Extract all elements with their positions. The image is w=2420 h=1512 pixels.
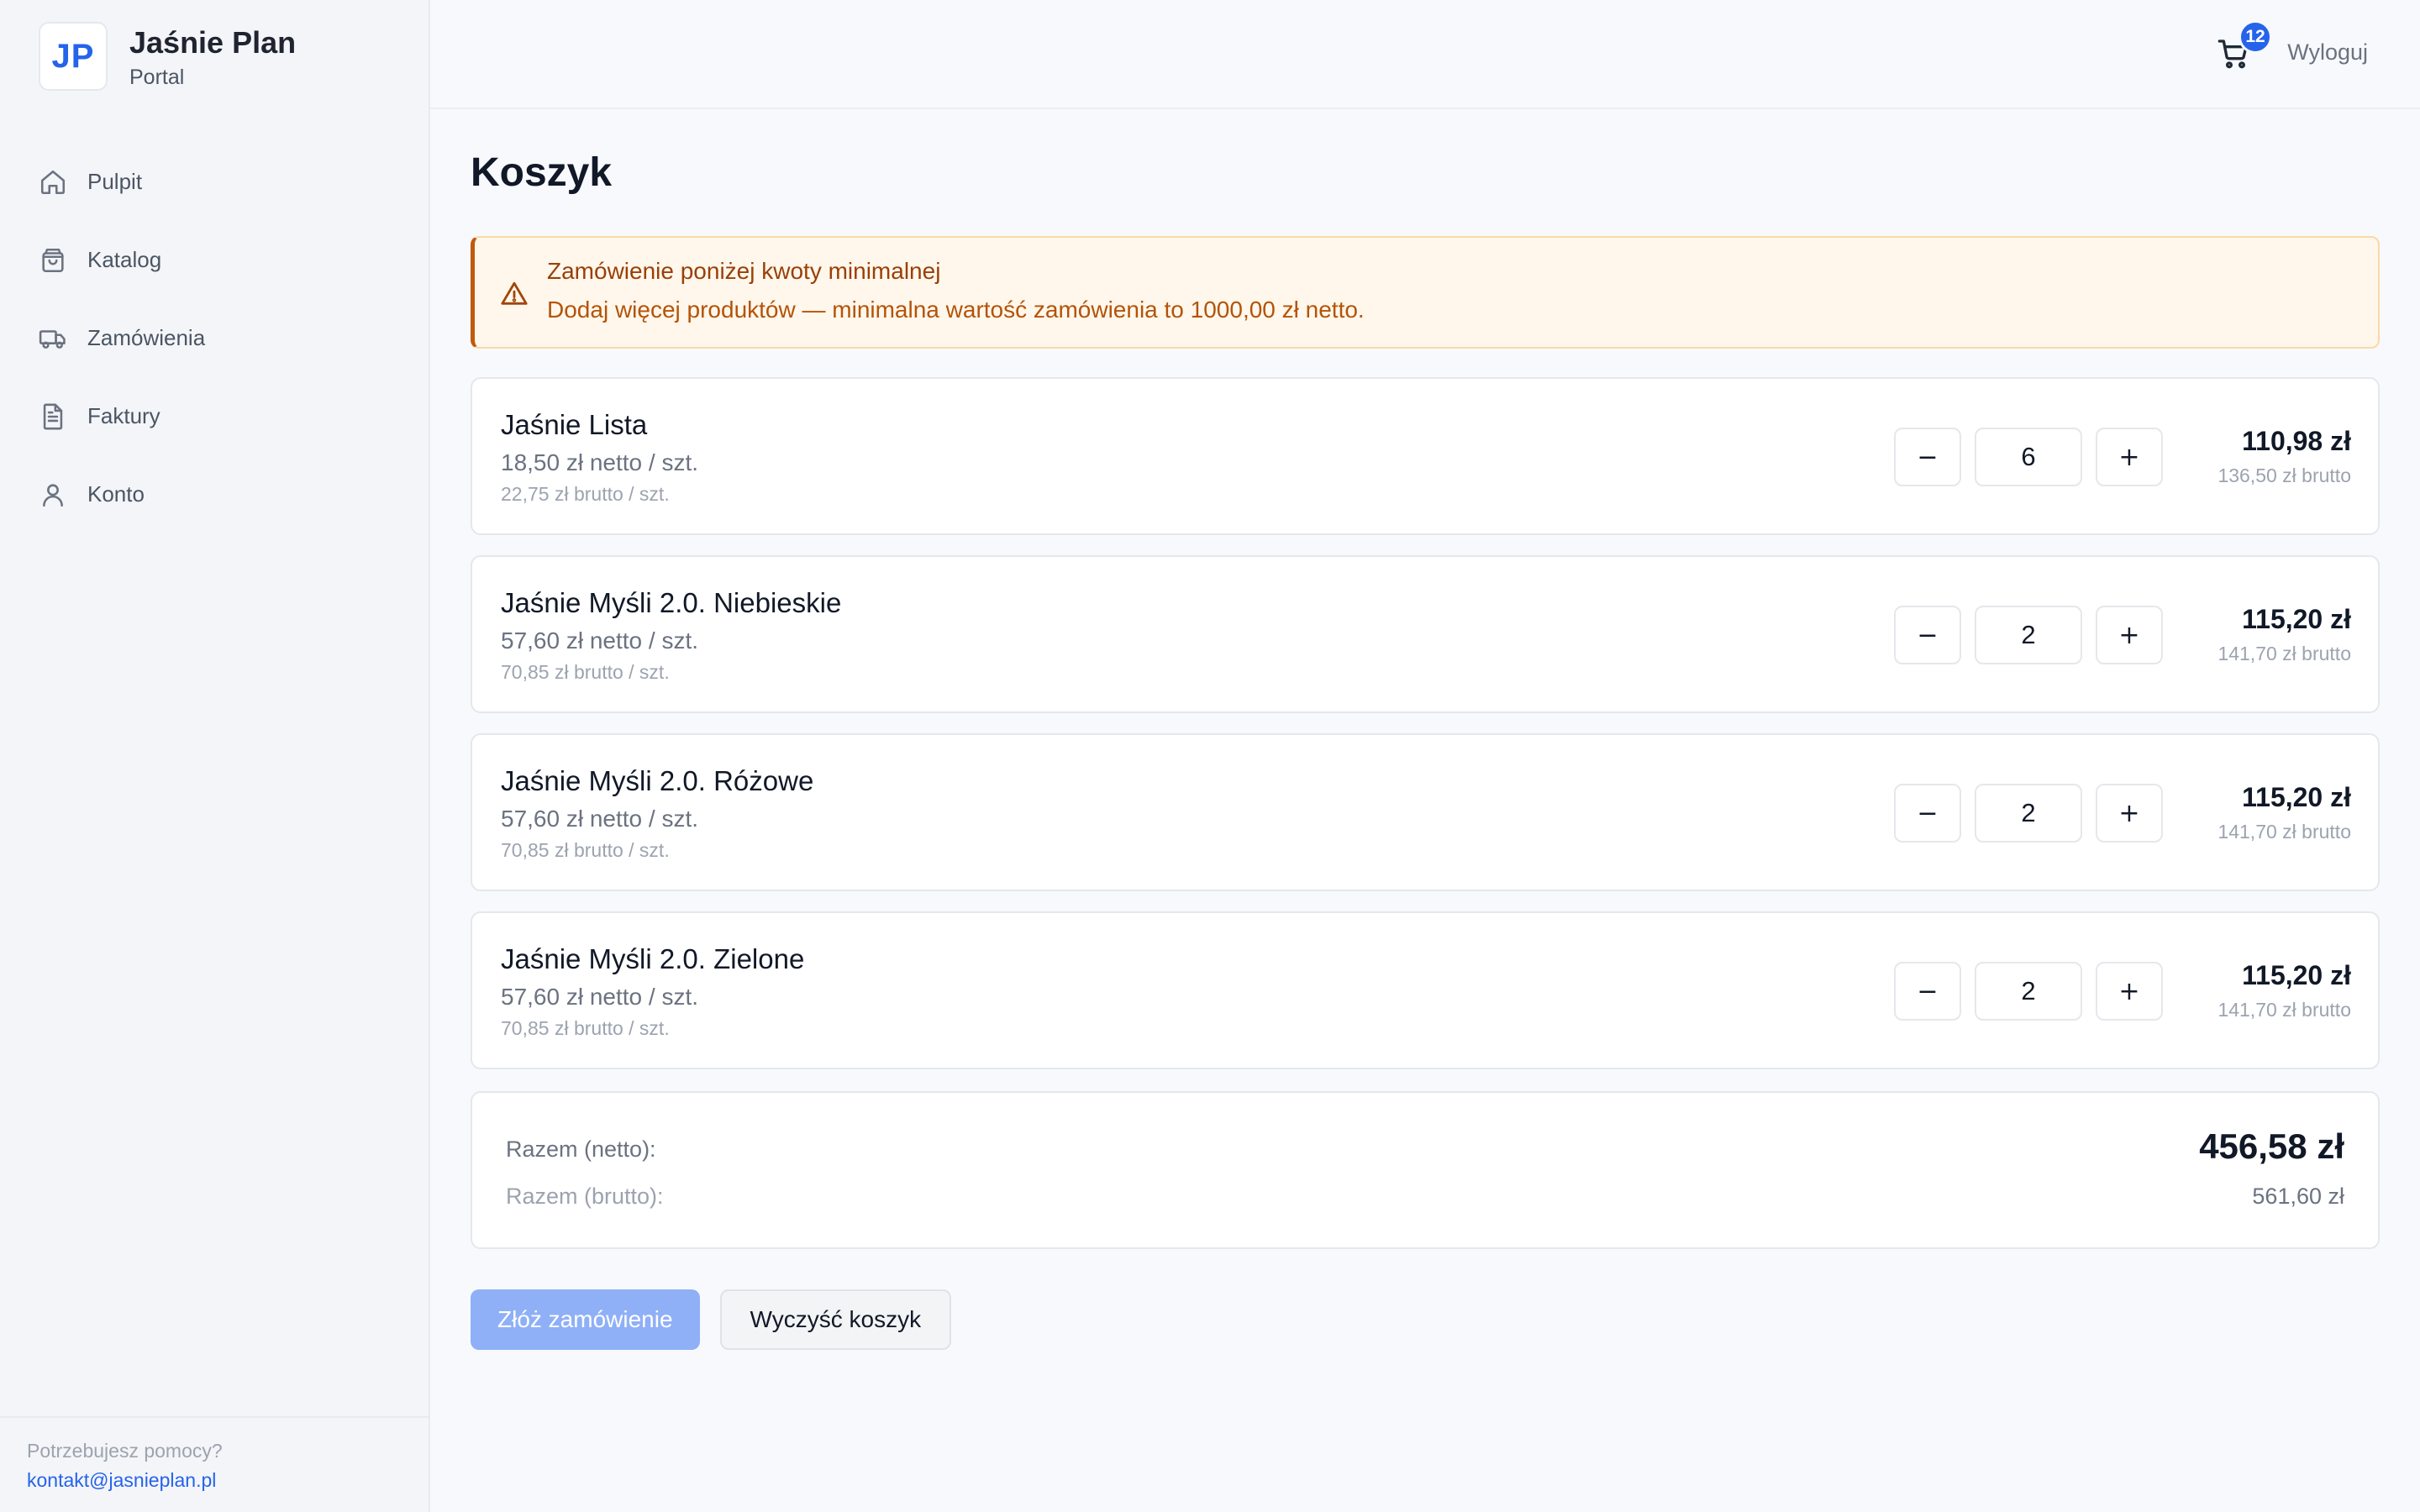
min-order-alert: Zamówienie poniżej kwoty minimalnej Doda… <box>471 236 2380 349</box>
item-total-net: 115,20 zł <box>2242 960 2351 990</box>
sidebar-item-label: Zamówienia <box>87 325 206 350</box>
cart-item: Jaśnie Myśli 2.0. Niebieskie 57,60 zł ne… <box>471 555 2380 713</box>
item-total-net: 110,98 zł <box>2242 426 2351 456</box>
cart-actions: Złóż zamówienie Wyczyść koszyk <box>471 1289 2380 1350</box>
summary-gross-label: Razem (brutto): <box>506 1184 664 1209</box>
cart-item: Jaśnie Lista 18,50 zł netto / szt. 22,75… <box>471 377 2380 535</box>
item-total-gross: 136,50 zł brutto <box>2217 465 2351 486</box>
sidebar-item-konto[interactable]: Konto <box>39 455 400 533</box>
summary-net-value: 456,58 zł <box>2199 1126 2344 1166</box>
sidebar-item-pulpit[interactable]: Pulpit <box>39 143 400 221</box>
brand-title: Jaśnie Plan <box>129 24 297 60</box>
item-unit-net-price: 57,60 zł netto / szt. <box>501 627 699 654</box>
cart-count-badge: 12 <box>2238 20 2272 54</box>
item-total-gross: 141,70 zł brutto <box>2217 821 2351 843</box>
sidebar-item-label: Pulpit <box>87 169 143 194</box>
item-total-gross: 141,70 zł brutto <box>2217 999 2351 1021</box>
brand-logo: JP <box>39 22 108 91</box>
sidebar-item-zamowienia[interactable]: Zamówienia <box>39 299 400 377</box>
item-unit-gross-price: 70,85 zł brutto / szt. <box>501 1017 670 1039</box>
main-content: Koszyk Zamówienie poniżej kwoty minimaln… <box>471 109 2380 1350</box>
brand: JP Jaśnie Plan Portal <box>39 22 296 91</box>
item-name: Jaśnie Lista <box>501 409 648 440</box>
sidebar-nav: Pulpit Katalog Zamówienia Faktury Konto <box>39 143 400 533</box>
brand-text: Jaśnie Plan Portal <box>129 24 296 90</box>
cart-button[interactable]: 12 <box>2217 20 2272 74</box>
decrease-quantity-button[interactable]: − <box>1894 428 1961 486</box>
item-total-gross: 141,70 zł brutto <box>2217 643 2351 664</box>
sidebar-item-label: Katalog <box>87 247 162 272</box>
cart-item: Jaśnie Myśli 2.0. Różowe 57,60 zł netto … <box>471 733 2380 891</box>
sidebar-item-label: Faktury <box>87 403 160 428</box>
help-email-link[interactable]: kontakt@jasnieplan.pl <box>27 1469 402 1492</box>
clear-cart-button[interactable]: Wyczyść koszyk <box>719 1289 952 1350</box>
item-name: Jaśnie Myśli 2.0. Zielone <box>501 943 805 974</box>
quantity-input[interactable] <box>1975 962 2082 1021</box>
home-icon <box>40 170 66 194</box>
sidebar-item-faktury[interactable]: Faktury <box>39 377 400 455</box>
item-unit-gross-price: 22,75 zł brutto / szt. <box>501 483 670 505</box>
page-title: Koszyk <box>471 150 613 195</box>
item-total-net: 115,20 zł <box>2242 604 2351 634</box>
quantity-input[interactable] <box>1975 606 2082 664</box>
increase-quantity-button[interactable]: + <box>2096 962 2163 1021</box>
truck-icon <box>39 329 66 349</box>
alert-message: Dodaj więcej produktów — minimalna warto… <box>547 297 1365 323</box>
increase-quantity-button[interactable]: + <box>2096 784 2163 843</box>
quantity-input[interactable] <box>1975 428 2082 486</box>
increase-quantity-button[interactable]: + <box>2096 606 2163 664</box>
item-unit-gross-price: 70,85 zł brutto / szt. <box>501 839 670 861</box>
item-unit-net-price: 18,50 zł netto / szt. <box>501 449 699 475</box>
increase-quantity-button[interactable]: + <box>2096 428 2163 486</box>
topbar: 12 Wyloguj <box>430 0 2420 109</box>
quantity-stepper: − + <box>1894 784 2163 843</box>
item-name: Jaśnie Myśli 2.0. Niebieskie <box>501 587 842 618</box>
document-icon <box>43 403 63 429</box>
help-text: Potrzebujesz pomocy? <box>27 1440 223 1462</box>
quantity-stepper: − + <box>1894 428 2163 486</box>
shopping-bag-icon <box>42 248 64 272</box>
decrease-quantity-button[interactable]: − <box>1894 606 1961 664</box>
sidebar-footer: Potrzebujesz pomocy? kontakt@jasnieplan.… <box>0 1416 429 1512</box>
decrease-quantity-button[interactable]: − <box>1894 784 1961 843</box>
cart-items-list: Jaśnie Lista 18,50 zł netto / szt. 22,75… <box>471 377 2380 1069</box>
item-name: Jaśnie Myśli 2.0. Różowe <box>501 765 814 796</box>
quantity-stepper: − + <box>1894 606 2163 664</box>
item-total-net: 115,20 zł <box>2242 782 2351 812</box>
item-unit-gross-price: 70,85 zł brutto / szt. <box>501 661 670 683</box>
decrease-quantity-button[interactable]: − <box>1894 962 1961 1021</box>
quantity-input[interactable] <box>1975 784 2082 843</box>
item-unit-net-price: 57,60 zł netto / szt. <box>501 984 699 1010</box>
quantity-stepper: − + <box>1894 962 2163 1021</box>
alert-title: Zamówienie poniżej kwoty minimalnej <box>547 258 941 284</box>
logout-button[interactable]: Wyloguj <box>2287 39 2368 66</box>
summary-net-label: Razem (netto): <box>506 1137 656 1162</box>
user-icon <box>43 483 63 507</box>
cart-item: Jaśnie Myśli 2.0. Zielone 57,60 zł netto… <box>471 911 2380 1069</box>
item-unit-net-price: 57,60 zł netto / szt. <box>501 806 699 832</box>
cart-summary: Razem (netto): Razem (brutto): 456,58 zł… <box>471 1091 2380 1249</box>
summary-gross-value: 561,60 zł <box>2252 1184 2344 1209</box>
sidebar-item-katalog[interactable]: Katalog <box>39 221 400 299</box>
place-order-button[interactable]: Złóż zamówienie <box>471 1289 700 1350</box>
brand-subtitle: Portal <box>129 65 185 89</box>
sidebar-item-label: Konto <box>87 481 145 507</box>
warning-icon <box>500 280 529 308</box>
sidebar: JP Jaśnie Plan Portal Pulpit Katalog Zam… <box>0 0 430 1512</box>
